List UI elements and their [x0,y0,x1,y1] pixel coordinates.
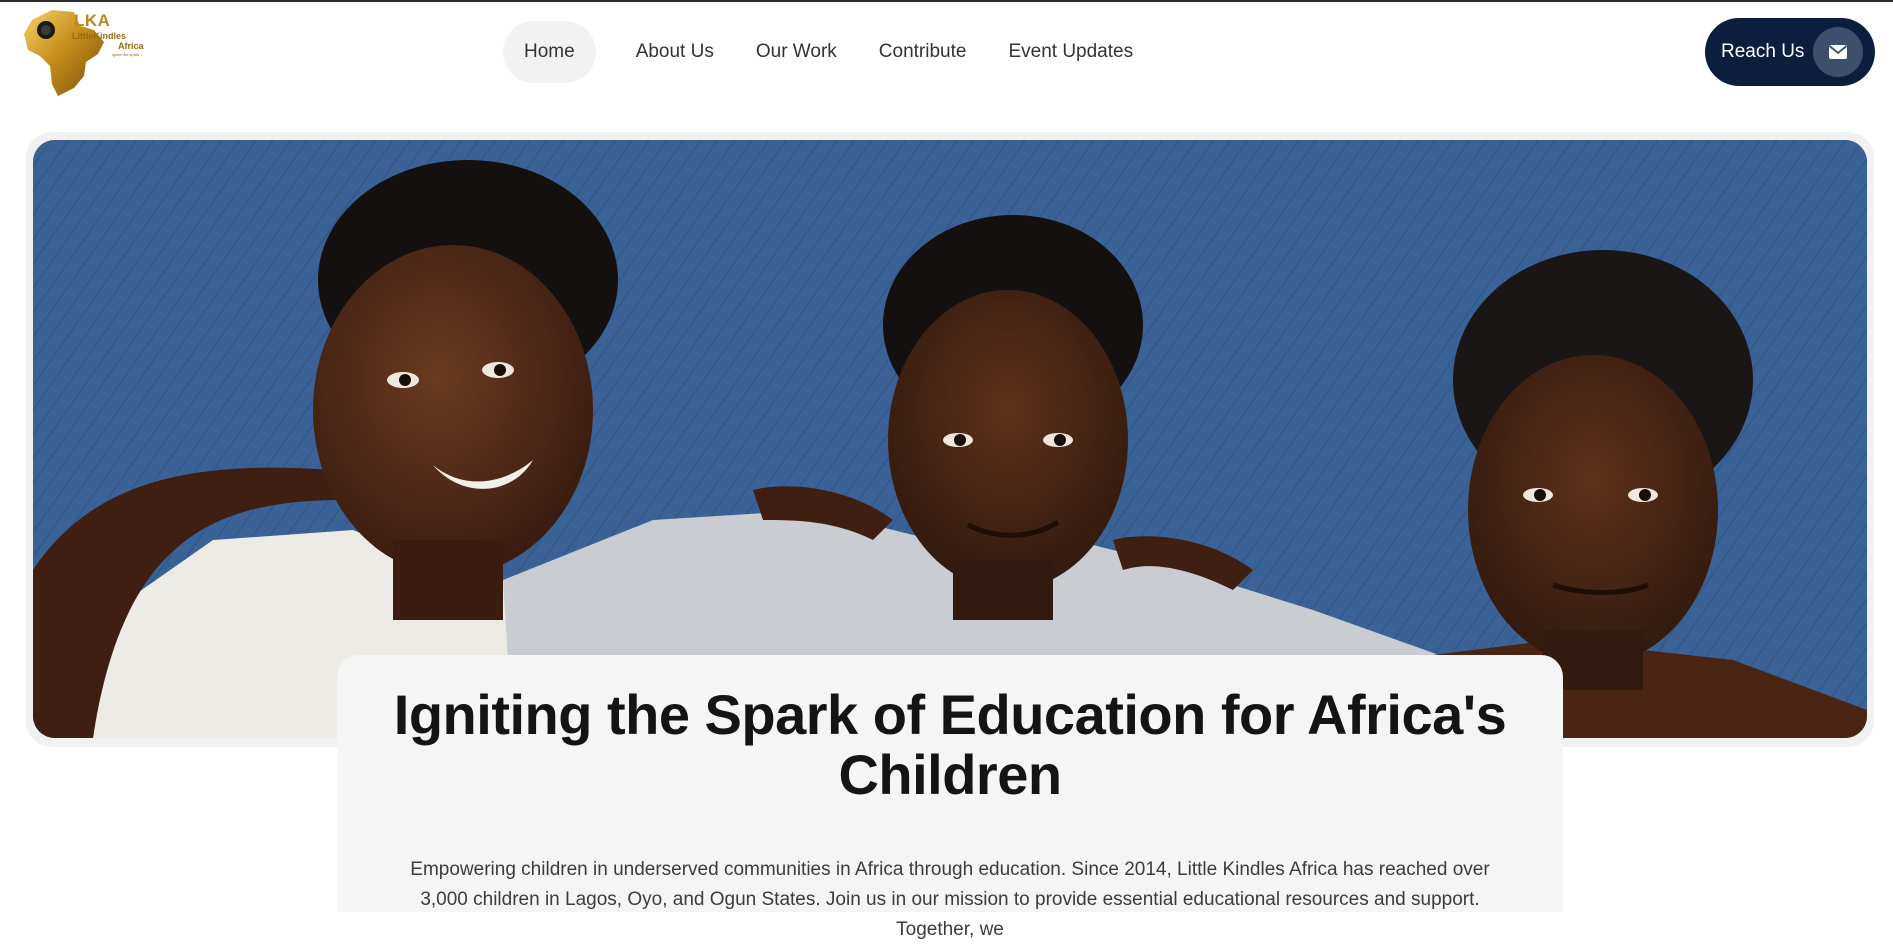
site-header: LKA LittleKindles Africa ignite the spar… [0,2,1893,98]
nav-event-updates[interactable]: Event Updates [987,21,1154,83]
logo-name-line2: Africa [118,41,144,51]
nav-about-us[interactable]: About Us [615,21,735,83]
nav-contribute[interactable]: Contribute [858,21,988,83]
hero-image [33,140,1867,738]
nav-home[interactable]: Home [503,21,596,83]
logo-abbr: LKA [74,11,111,30]
intro-text: Empowering children in underserved commu… [410,859,1490,940]
logo-name-line1: LittleKindles [72,31,127,41]
reach-us-button[interactable]: Reach Us [1705,18,1875,86]
main-nav: Home About Us Our Work Contribute Event … [503,21,1154,83]
logo-tagline: ignite the spark [112,52,140,57]
site-logo[interactable]: LKA LittleKindles Africa ignite the spar… [22,4,152,100]
envelope-icon [1813,27,1863,77]
nav-our-work[interactable]: Our Work [735,21,858,83]
intro-card: Igniting the Spark of Education for Afri… [337,655,1563,940]
page-title: Igniting the Spark of Education for Afri… [393,683,1507,806]
reach-us-label: Reach Us [1721,41,1805,62]
